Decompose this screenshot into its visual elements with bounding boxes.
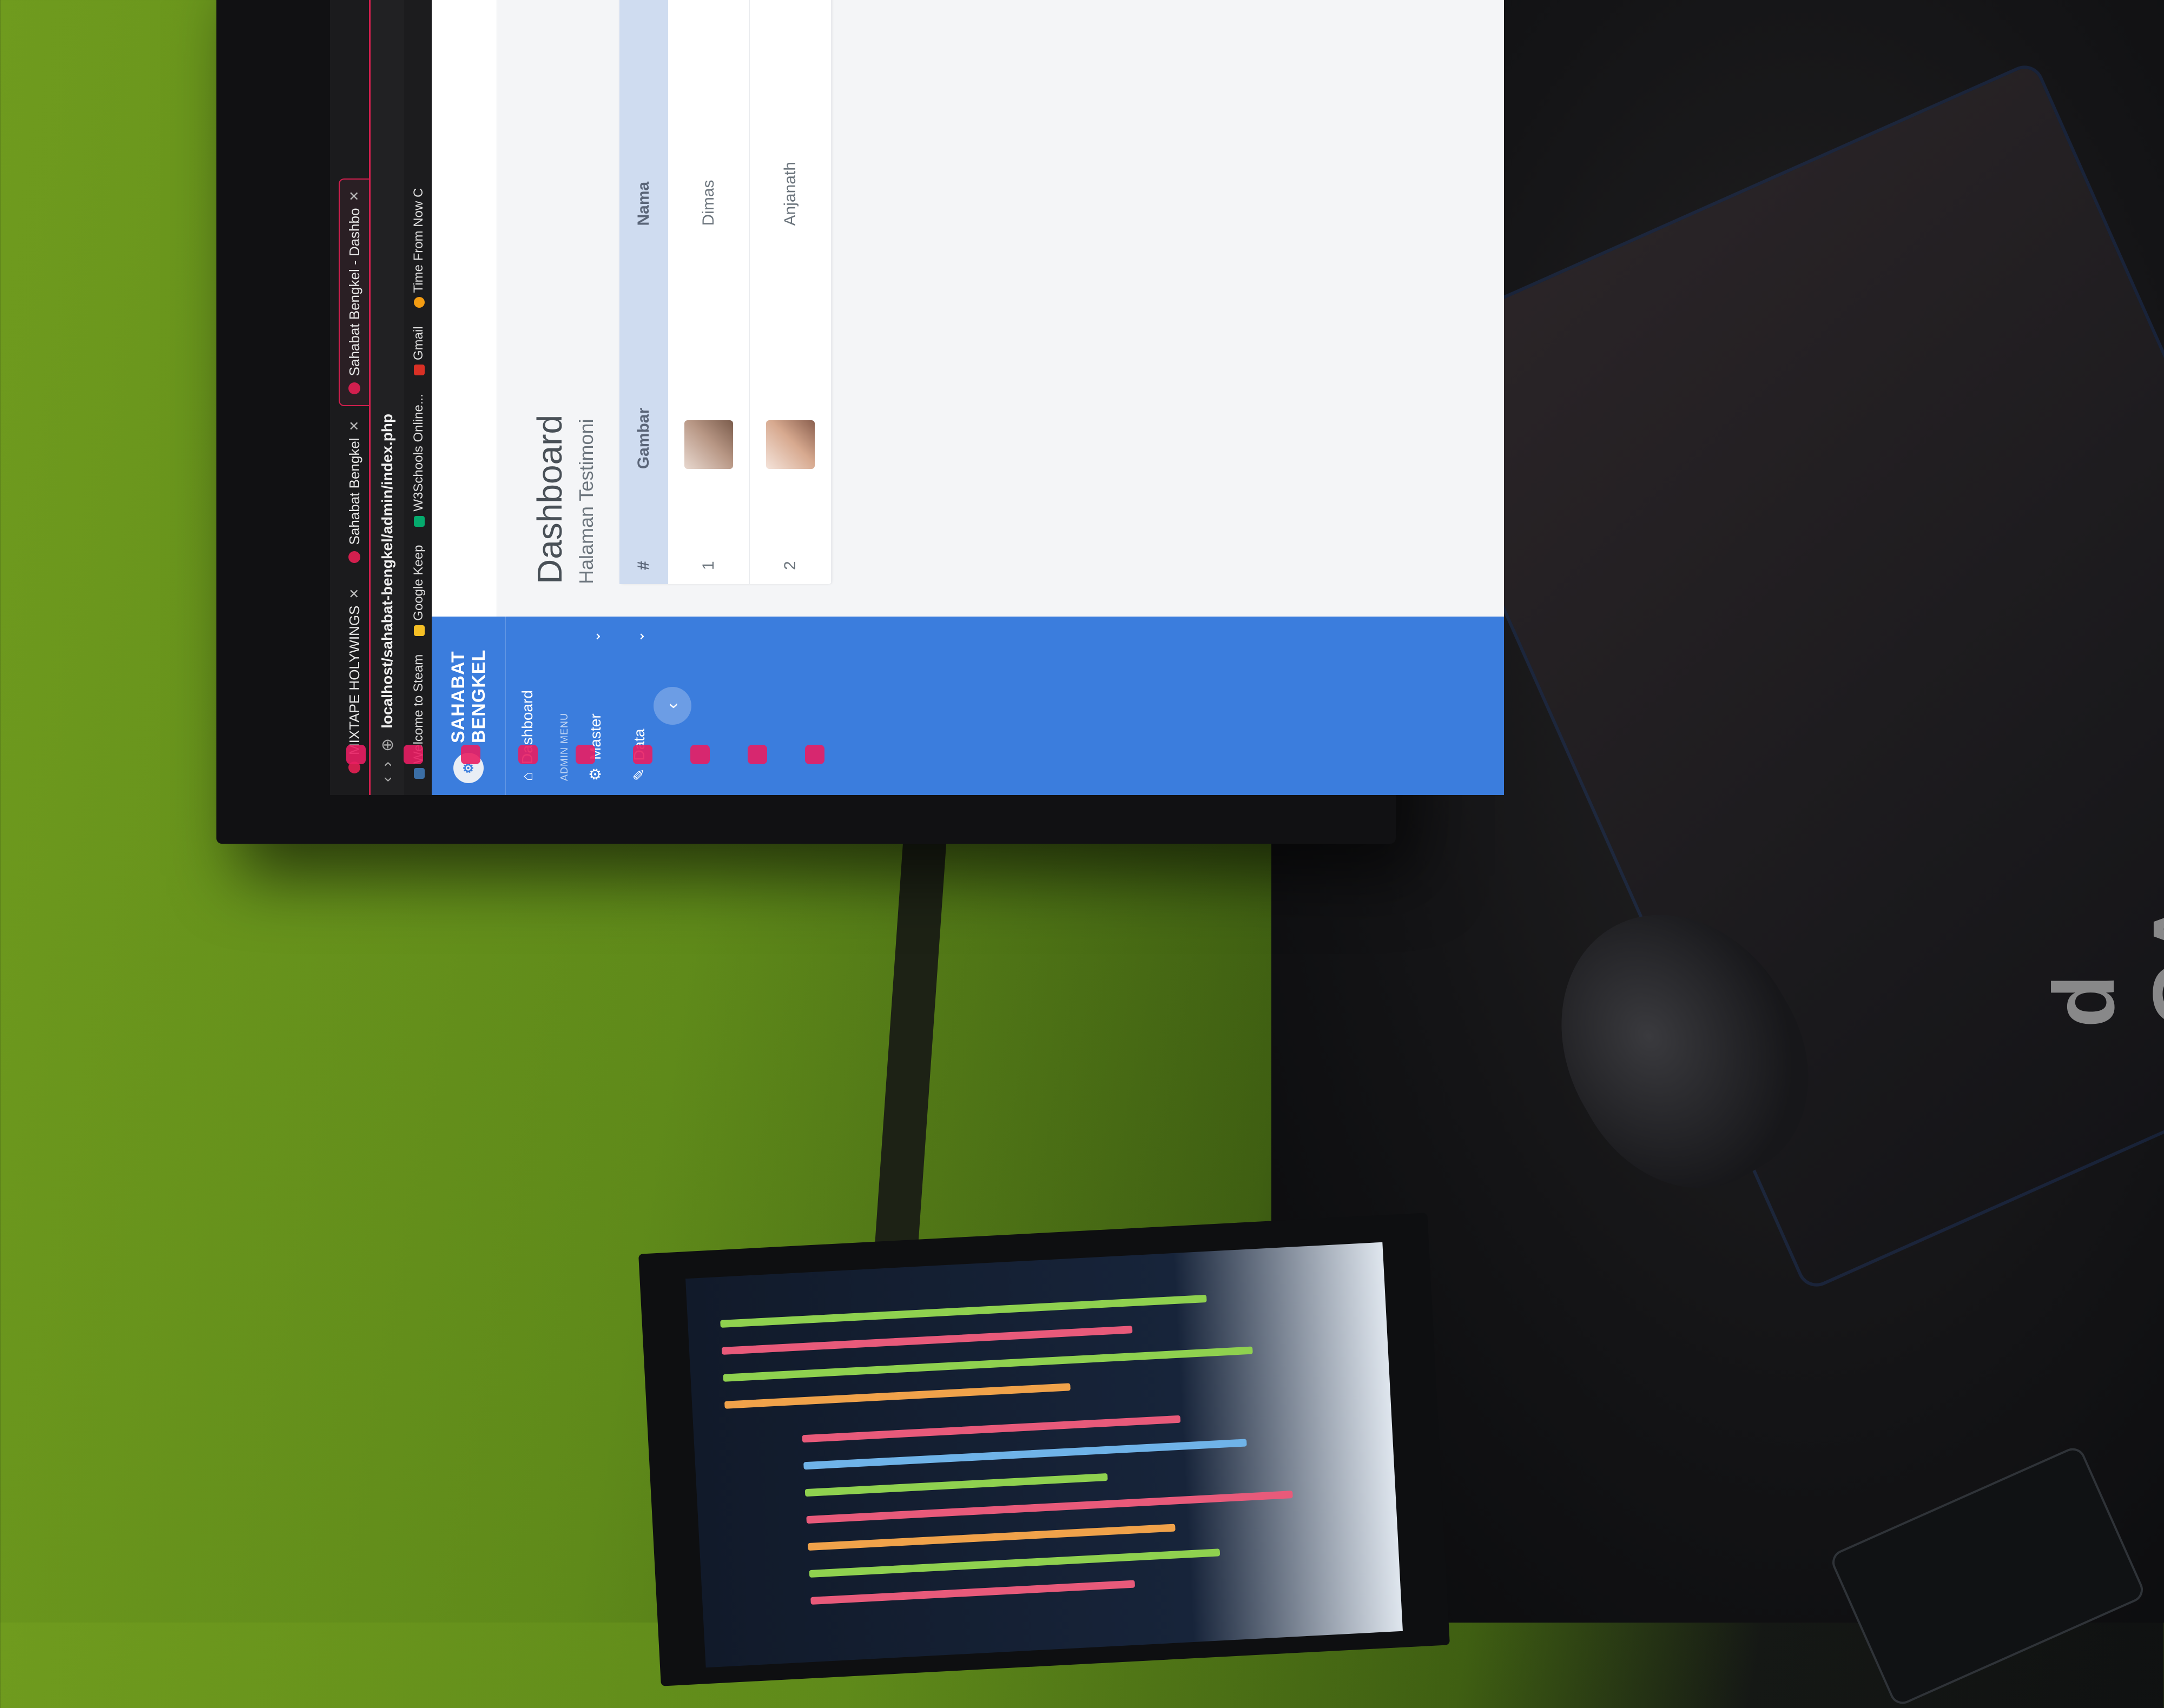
tab-bar: MIXTAPE HOLYWINGS ✕ Sahabat Bengkel ✕ Sa… [330,0,371,795]
bookmark-time[interactable]: Time From Now C [411,188,426,308]
row-photo-cell [749,240,832,484]
row-number: 2 [749,483,832,584]
bookmark-label: Time From Now C [411,188,426,293]
admin-app: ⚙ SAHABAT BENGKEL ⌂ Dashboard ADMIN MENU… [432,0,1504,795]
close-tab-icon[interactable]: ✕ [347,588,362,599]
chevron-down-icon: ⌄ [587,631,603,643]
favicon-icon [348,382,360,395]
code-line [803,1439,1247,1470]
monitor-cable [871,837,947,1299]
brand-line-2: BENGKEL [469,649,489,743]
column-header: # [619,483,668,584]
code-line [804,1473,1108,1497]
bookmark-keep[interactable]: Google Keep [411,545,426,636]
favicon-icon [348,551,360,564]
mousepad-logo: d GA [2035,898,2164,1028]
top-navbar [432,0,497,617]
testimoni-table-card: # Gambar Nama 1 Dimas 2 Anjanath [619,0,832,584]
monitor-screen-host: MIXTAPE HOLYWINGS ✕ Sahabat Bengkel ✕ Sa… [330,0,1504,795]
page-subtitle: Halaman Testimoni [575,419,597,584]
row-number: 1 [668,483,750,584]
url-field[interactable]: localhost/sahabat-bengkel/admin/index.ph… [379,414,396,729]
taskbar-app-icon[interactable] [633,745,652,764]
code-line [807,1524,1176,1551]
code-line [802,1415,1181,1443]
column-header: Nama [619,0,668,240]
testimoni-photo [766,420,815,469]
address-bar: ‹ › ⊕ localhost/sahabat-bengkel/admin/in… [371,0,404,795]
taskbar-app-icon[interactable] [576,745,595,764]
browser-window: MIXTAPE HOLYWINGS ✕ Sahabat Bengkel ✕ Sa… [330,0,1504,795]
code-line [809,1548,1220,1578]
main-content: Dashboard Halaman Testimoni # Gambar Nam… [432,0,1504,617]
sidebar-toggle-button[interactable]: ‹ [654,687,691,725]
code-line [721,1326,1133,1355]
taskbar-app-icon[interactable] [748,745,767,764]
testimoni-photo [684,420,733,469]
code-line [724,1383,1071,1409]
keep-icon [413,625,425,636]
taskbar-app-icon[interactable] [518,745,538,764]
bookmark-w3schools[interactable]: W3Schools Online... [411,394,426,527]
bookmark-gmail[interactable]: Gmail [411,326,426,376]
column-header: Gambar [619,240,668,484]
row-name: Anjanath [749,0,832,240]
laptop-screen-code-editor [685,1242,1403,1668]
page-title: Dashboard [530,414,569,584]
tab-label: Sahabat Bengkel - Dashbo [346,208,362,376]
close-tab-icon[interactable]: ✕ [347,420,362,431]
code-line [723,1346,1253,1382]
taskbar-app-icon[interactable] [404,745,423,764]
taskbar-app-icon[interactable] [690,745,710,764]
tab-dashboard[interactable]: Sahabat Bengkel - Dashbo ✕ [339,178,369,407]
row-photo-cell [668,240,750,484]
chevron-down-icon: ⌄ [631,631,647,643]
taskbar-app-icon[interactable] [346,745,366,764]
bookmarks-bar: Welcome to Steam Google Keep W3Schools O… [404,0,434,795]
w3schools-icon [413,515,425,527]
testimoni-table: # Gambar Nama 1 Dimas 2 Anjanath [619,0,832,584]
bookmark-label: Google Keep [411,545,426,621]
back-icon[interactable]: ‹ [378,777,397,782]
taskbar-app-icon[interactable] [461,745,480,764]
row-name: Dimas [668,0,750,240]
table-header-row: # Gambar Nama [619,0,668,584]
table-row: 2 Anjanath [749,0,832,584]
tab-label: MIXTAPE HOLYWINGS [346,605,362,755]
bookmark-label: W3Schools Online... [411,394,426,512]
table-row: 1 Dimas [668,0,750,584]
taskbar-app-icon[interactable] [805,745,824,764]
brand-name: SAHABAT BENGKEL [448,650,489,743]
tab-sahabat-bengkel[interactable]: Sahabat Bengkel ✕ [340,409,369,574]
tab-label: Sahabat Bengkel [346,438,362,545]
code-line [810,1580,1136,1605]
close-tab-icon[interactable]: ✕ [347,190,362,201]
code-line [806,1491,1293,1524]
taskbar [346,736,1093,773]
brand-line-1: SAHABAT [448,651,469,743]
bookmark-label: Gmail [411,326,426,361]
gmail-icon [413,365,425,376]
clock-icon [413,297,425,308]
code-line [720,1294,1207,1328]
